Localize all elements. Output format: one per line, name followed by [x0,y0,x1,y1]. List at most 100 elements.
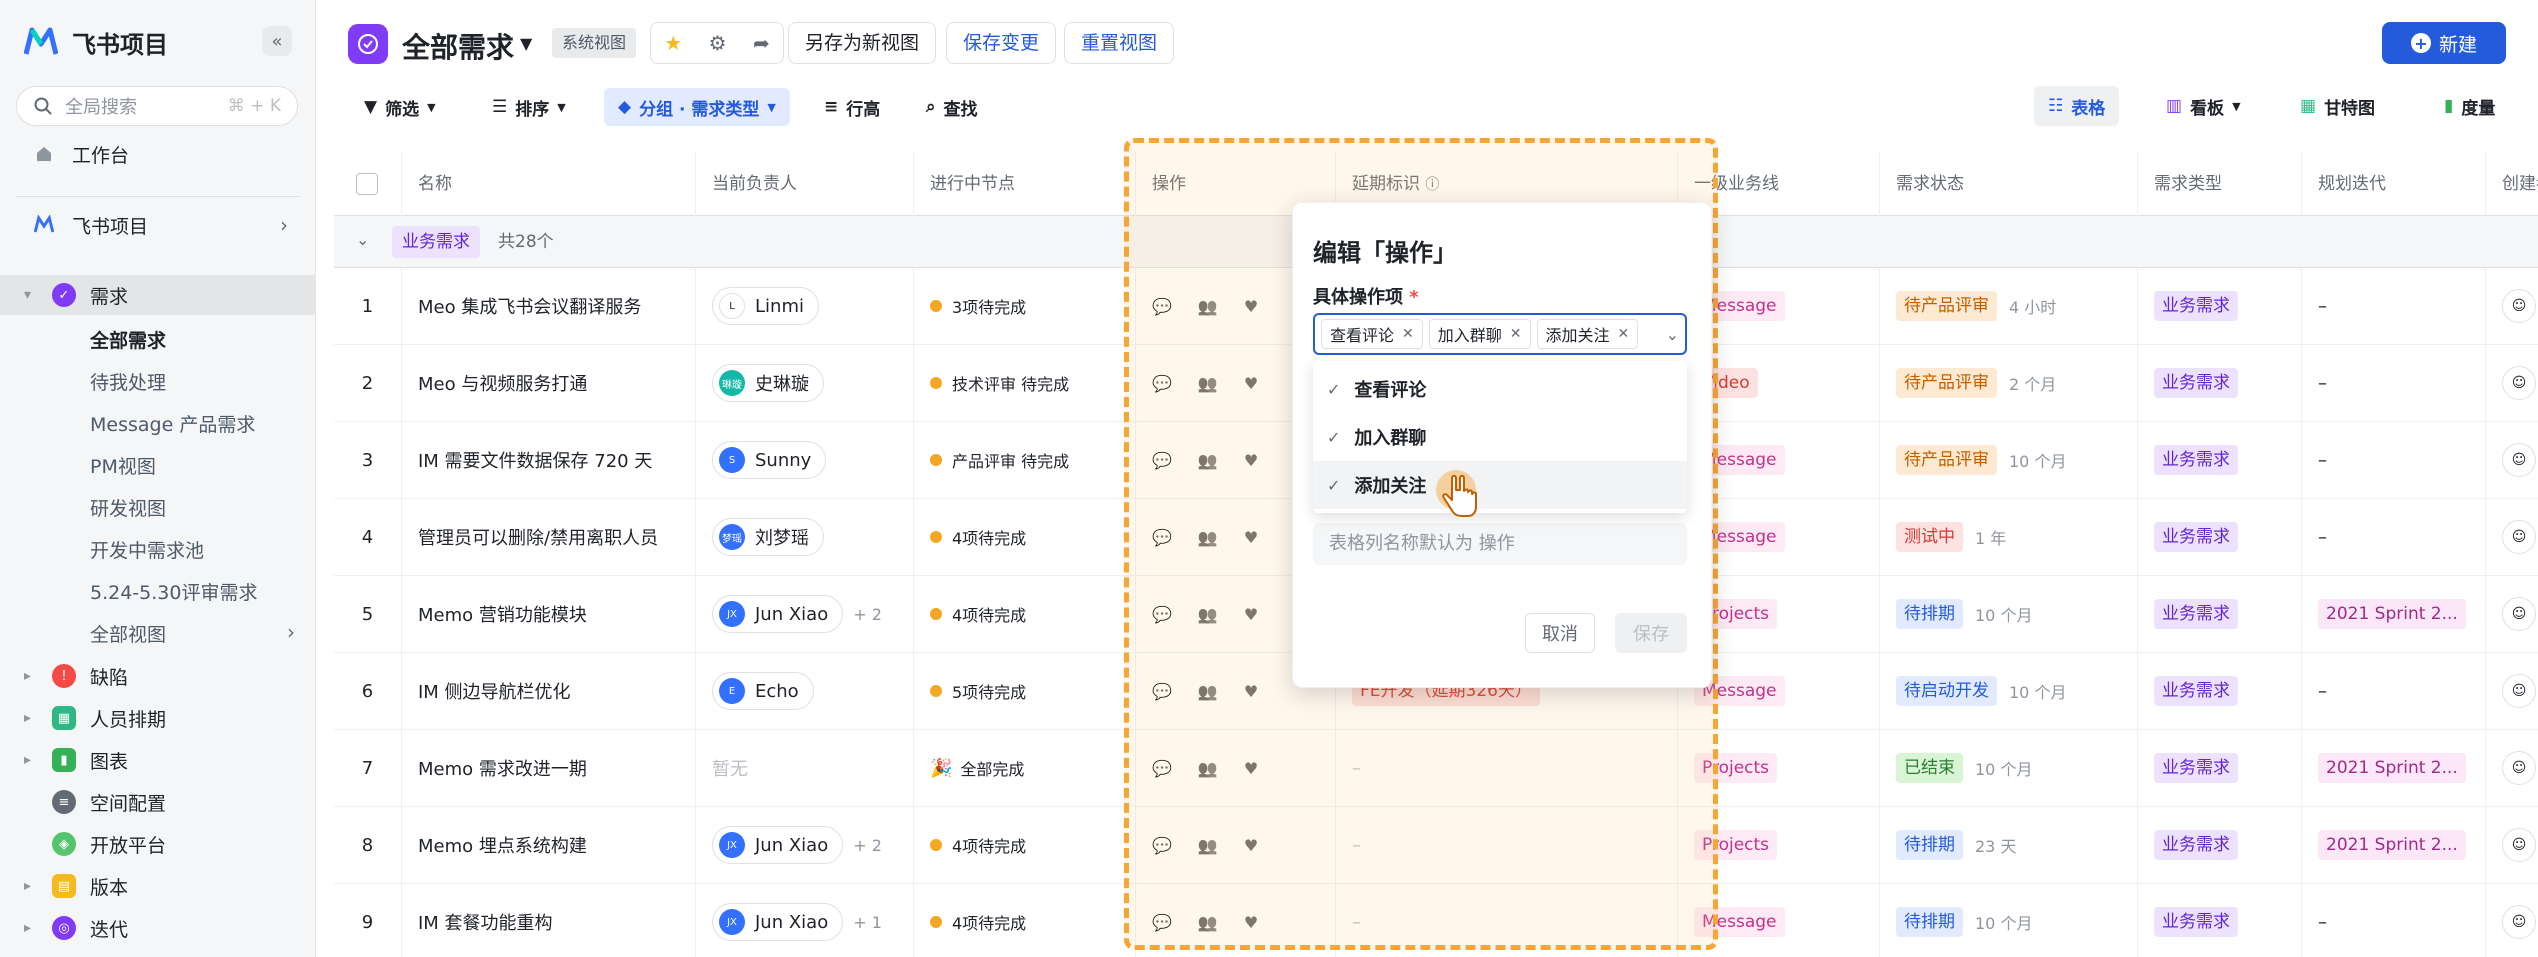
selected-chip: 加入群聊 ✕ [1428,319,1531,349]
find-button[interactable]: ⌕ 查找 [926,88,978,126]
gantt-icon: ▦ [2300,96,2317,116]
requirement-name[interactable]: Memo 需求改进一期 [402,730,696,806]
sidebar-sub-pm-view[interactable]: PM视图 [90,452,156,479]
save-as-new-view-button[interactable]: 另存为新视图 [788,22,937,64]
requirement-name[interactable]: 管理员可以删除/禁用离职人员 [402,499,696,575]
sort-button[interactable]: ☰ 排序 ▼ [492,88,566,126]
sidebar-item-project[interactable]: 飞书项目 › [0,205,316,245]
column-header[interactable]: 规划迭代 [2302,152,2486,216]
status-time: 10 个月 [2009,452,2067,471]
select-all-checkbox[interactable] [334,152,402,216]
sidebar-item-version[interactable]: ▸ ▤ 版本 [0,866,316,906]
sidebar-item-scheduling[interactable]: ▸ ▦ 人员排期 [0,698,316,738]
sidebar-item-charts[interactable]: ▸ ▮ 图表 [0,740,316,780]
creator-cell: ☺ [2486,884,2538,957]
caret-down-icon: ▾ [24,287,32,303]
owner-pill[interactable]: JX Jun Xiao [712,826,844,864]
brand[interactable]: 飞书项目 [24,24,168,60]
dropdown-option[interactable]: ✓ 添加关注 [1313,461,1687,509]
row-height-button[interactable]: ≡ 行高 [824,88,880,126]
gear-icon[interactable]: ⚙ [709,31,727,55]
view-table[interactable]: ☷ 表格 [2034,86,2120,126]
new-button[interactable]: + 新建 [2382,22,2506,64]
search-input[interactable]: 全局搜索 ⌘ + K [16,86,298,126]
node-text: 技术评审 待完成 [952,375,1070,394]
column-header[interactable]: 需求类型 [2138,152,2302,216]
sidebar-item-bugs[interactable]: ▸ ! 缺陷 [0,656,316,696]
creator-cell: ☺ [2486,268,2538,344]
column-name-input[interactable]: 表格列名称默认为 操作 [1313,523,1687,565]
sidebar-item-open-platform[interactable]: ◈ 开放平台 [0,824,316,864]
type-cell: 业务需求 [2138,268,2302,344]
star-icon[interactable]: ★ [664,31,682,55]
sidebar-sub-all-requirements[interactable]: 全部需求 [90,326,166,353]
option-label: 查看评论 [1354,380,1427,401]
find-icon: ⌕ [926,97,936,117]
owner-pill[interactable]: 梦瑶 刘梦瑶 [712,518,824,556]
sidebar-item-requirements[interactable]: ▾ ✓ 需求 [0,275,316,315]
title-dropdown-icon[interactable]: ▼ [520,34,532,53]
save-button[interactable]: 保存 [1615,613,1687,653]
sidebar-sub-my-tasks[interactable]: 待我处理 [90,368,166,395]
owner-pill[interactable]: 琳璇 史琳璇 [712,364,824,402]
reset-view-button[interactable]: 重置视图 [1064,22,1175,64]
sidebar-sub-message[interactable]: Message 产品需求 [90,410,255,437]
sidebar-sub-dev-pool[interactable]: 开发中需求池 [90,536,204,563]
status-badge: 待排期 [1896,907,1963,937]
owner-pill[interactable]: JX Jun Xiao [712,595,844,633]
status-time: 4 小时 [2009,298,2057,317]
collapse-sidebar-icon[interactable]: « [262,26,292,56]
requirement-name[interactable]: Memo 埋点系统构建 [402,807,696,883]
view-label: 表格 [2071,98,2106,119]
type-tag: 业务需求 [2154,368,2238,398]
progress-dot-icon [930,685,942,697]
owner-pill[interactable]: S Sunny [712,441,827,479]
chevron-down-icon[interactable]: ⌄ [356,230,369,249]
sidebar-sub-review[interactable]: 5.24-5.30评审需求 [90,578,257,605]
requirement-name[interactable]: IM 侧边导航栏优化 [402,653,696,729]
chevron-down-icon[interactable]: ⌄ [1666,325,1679,344]
requirement-name[interactable]: Memo 营销功能模块 [402,576,696,652]
requirement-name[interactable]: Meo 与视频服务打通 [402,345,696,421]
filter-button[interactable]: ▼ 筛选 ▼ [364,88,436,126]
dropdown-option[interactable]: ✓ 加入群聊 [1313,413,1687,461]
save-changes-button[interactable]: 保存变更 [946,22,1057,64]
requirement-name[interactable]: IM 套餐功能重构 [402,884,696,957]
sidebar-sub-dev-view[interactable]: 研发视图 [90,494,166,521]
close-icon[interactable]: ✕ [1510,326,1522,342]
owner-cell: 暂无 [696,730,914,806]
column-header[interactable]: 需求状态 [1880,152,2138,216]
owner-name: 刘梦瑶 [755,528,809,549]
requirement-name[interactable]: IM 需要文件数据保存 720 天 [402,422,696,498]
share-icon[interactable]: ➦ [753,31,770,55]
column-header[interactable]: 名称 [402,152,696,216]
column-header[interactable]: 当前负责人 [696,152,914,216]
close-icon[interactable]: ✕ [1402,326,1414,342]
node-text: 4项待完成 [952,914,1027,933]
cancel-button[interactable]: 取消 [1525,613,1595,653]
tag-icon: ◆ [618,97,632,117]
caret-right-icon: ▸ [24,668,32,684]
node-text: 4项待完成 [952,606,1027,625]
view-metrics[interactable]: ▮ 度量 [2430,86,2509,126]
status-time: 1 年 [1975,529,2007,548]
column-header[interactable]: 进行中节点 [914,152,1136,216]
requirement-name[interactable]: Meo 集成飞书会议翻译服务 [402,268,696,344]
view-kanban[interactable]: ▥ 看板 ▼ [2152,86,2255,126]
find-label: 查找 [943,99,978,120]
owner-pill[interactable]: JX Jun Xiao [712,903,844,941]
sidebar-sub-all-views[interactable]: 全部视图 [90,620,166,647]
view-gantt[interactable]: ▦ 甘特图 [2286,86,2389,126]
group-button[interactable]: ◆ 分组 · 需求类型 ▼ [604,88,790,126]
sidebar-item-workspace[interactable]: 工作台 [0,134,316,174]
dropdown-option[interactable]: ✓ 查看评论 [1313,365,1687,413]
close-icon[interactable]: ✕ [1618,326,1630,342]
owner-pill[interactable]: L Linmi [712,287,819,325]
avatar: S [719,447,745,473]
operations-multiselect[interactable]: 查看评论 ✕ 加入群聊 ✕ 添加关注 ✕ ⌄ [1313,313,1687,355]
search-shortcut: ⌘ + K [227,96,281,116]
column-header[interactable]: 创建者 [2486,152,2538,216]
sidebar-item-iteration[interactable]: ▸ ◎ 迭代 [0,908,316,948]
sidebar-item-space-config[interactable]: ≡ 空间配置 [0,782,316,822]
owner-pill[interactable]: E Echo [712,672,814,710]
